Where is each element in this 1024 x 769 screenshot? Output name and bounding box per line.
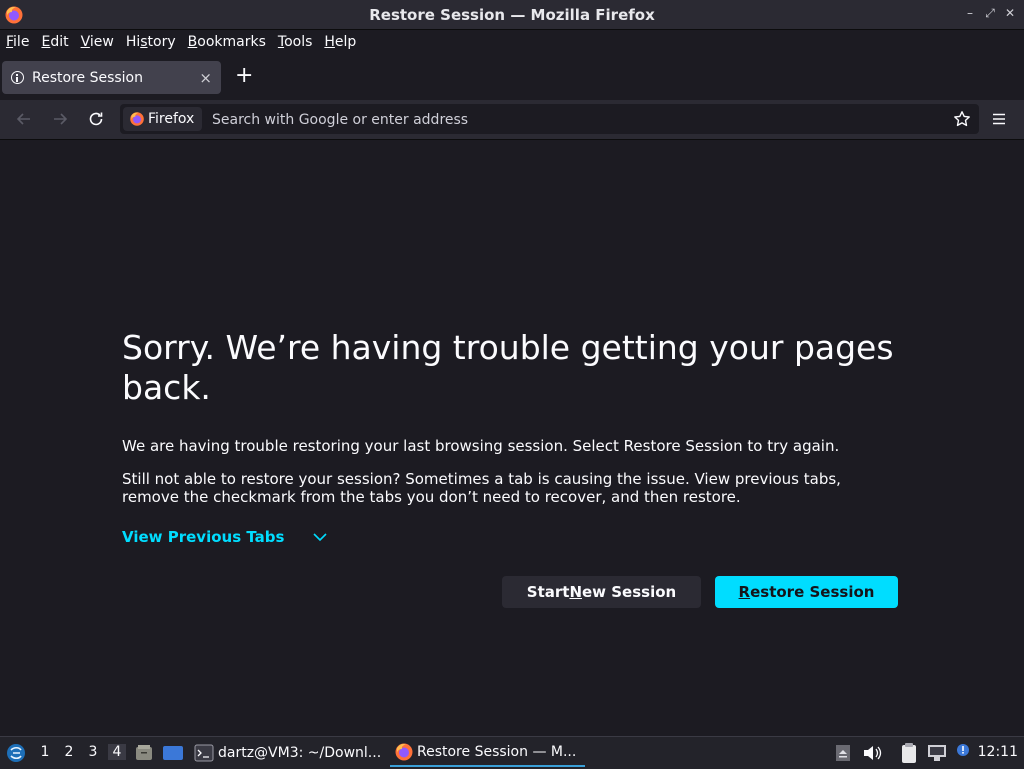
menu-help[interactable]: Help [318,34,362,50]
description-text: We are having trouble restoring your las… [122,437,840,455]
reload-icon[interactable] [85,108,107,130]
menu-bar: File Edit View History Bookmarks Tools H… [0,30,1024,54]
workspace-2[interactable]: 2 [62,744,76,760]
taskbar: 1 2 3 4 dartz@VM3: ~/Downl... Restore Se… [0,736,1024,769]
menu-hamburger-icon[interactable] [991,111,1007,127]
menu-bookmarks[interactable]: Bookmarks [182,34,272,50]
firefox-icon [130,112,144,126]
view-previous-tabs-toggle[interactable]: View Previous Tabs [122,528,327,546]
view-previous-tabs-label: View Previous Tabs [122,528,285,546]
title-bar: Restore Session — Mozilla Firefox – ⤢ ✕ [0,0,1024,30]
new-tab-button[interactable]: + [235,65,253,87]
window-title: Restore Session — Mozilla Firefox [369,5,655,24]
menu-file[interactable]: File [0,34,35,50]
tab-strip: Restore Session × + [0,55,1024,100]
taskbar-firefox-label: Restore Session — M... [417,744,577,760]
menu-edit[interactable]: Edit [35,34,74,50]
clipboard-icon[interactable] [900,742,918,764]
forward-icon[interactable] [49,108,71,130]
page-content: Sorry. We’re having trouble getting your… [0,140,1024,736]
network-icon[interactable] [927,744,947,762]
workspace-1[interactable]: 1 [38,744,52,760]
back-icon[interactable] [13,108,35,130]
workspace-3[interactable]: 3 [86,744,100,760]
restore-session-button[interactable]: Restore Session [715,576,898,608]
start-menu-icon[interactable] [5,742,27,764]
eject-icon[interactable] [835,744,851,762]
page-title: Sorry. We’re having trouble getting your… [122,328,894,407]
tab-restore-session[interactable]: Restore Session × [2,61,221,94]
file-manager-icon[interactable] [134,743,154,763]
tab-label: Restore Session [32,69,143,86]
start-new-session-button[interactable]: Start New Session [502,576,701,608]
minimize-icon[interactable]: – [963,6,977,20]
identity-box[interactable]: Firefox [123,107,202,131]
menu-view[interactable]: View [75,34,120,50]
volume-icon[interactable] [862,744,882,762]
workspace-4[interactable]: 4 [108,744,126,760]
menu-tools[interactable]: Tools [272,34,319,50]
firefox-icon [395,743,413,761]
desktop-icon[interactable] [162,744,184,762]
tab-close-icon[interactable]: × [199,69,212,87]
nav-bar: Firefox [0,100,1024,140]
url-input[interactable] [210,107,934,133]
taskbar-firefox[interactable]: Restore Session — M... [390,739,585,767]
chevron-down-icon [313,533,327,542]
terminal-icon [194,744,214,762]
clock: 12:11 [977,744,1018,760]
taskbar-terminal[interactable]: dartz@VM3: ~/Downl... [194,739,384,767]
identity-label: Firefox [148,111,195,127]
close-window-icon[interactable]: ✕ [1003,6,1017,20]
firefox-icon [5,6,23,24]
bookmark-star-icon[interactable] [953,110,971,128]
info-icon [11,71,24,84]
url-bar[interactable]: Firefox [120,104,979,134]
help-text: Still not able to restore your session? … [122,470,841,506]
update-notification-icon[interactable] [954,742,972,760]
maximize-icon[interactable]: ⤢ [983,6,997,21]
taskbar-terminal-label: dartz@VM3: ~/Downl... [218,745,382,761]
menu-history[interactable]: History [120,34,182,50]
